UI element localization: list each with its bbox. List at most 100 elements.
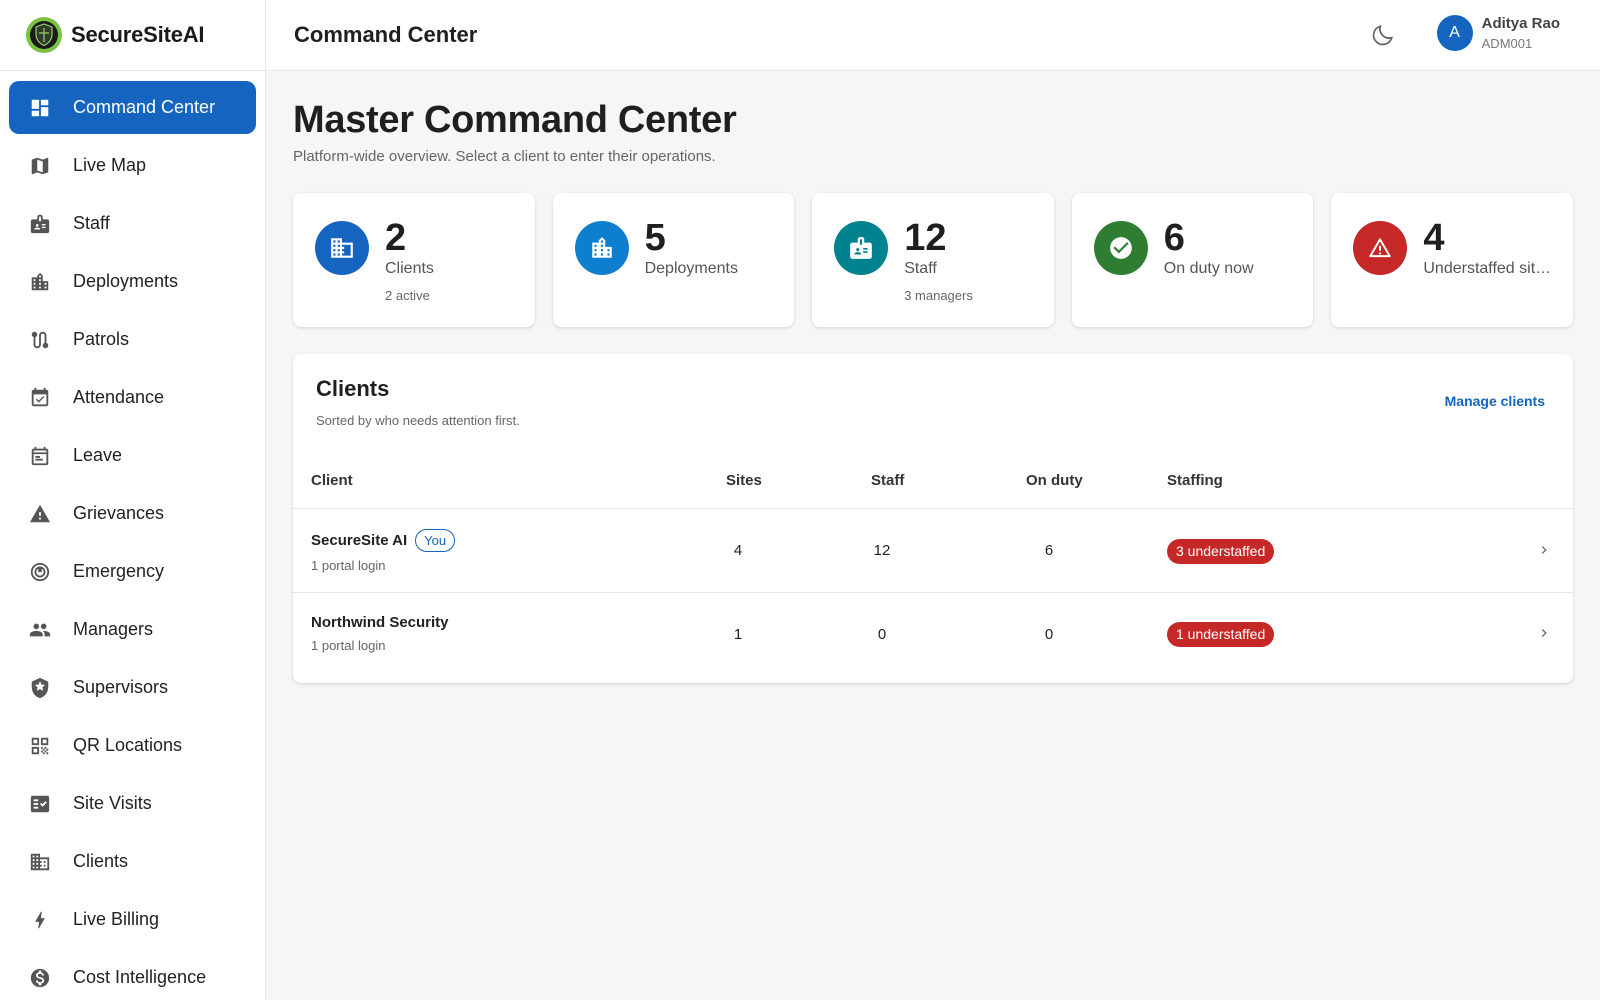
clients-title: Clients: [316, 376, 390, 401]
chevron-right-icon[interactable]: [1537, 626, 1551, 640]
stat-sub: 3 managers: [904, 288, 973, 303]
shield-logo-icon: [26, 17, 62, 53]
column-header-client[interactable]: Client: [311, 472, 353, 489]
page-title: Master Command Center: [293, 99, 737, 141]
sidebar-item-site-visits[interactable]: Site Visits: [9, 777, 256, 830]
stats-row: 2 Clients 2 active 5 Deployments 12 Staf…: [293, 193, 1573, 327]
stat-value: 2: [385, 217, 407, 259]
map-icon: [29, 155, 51, 177]
cell-on-duty: 0: [1044, 626, 1054, 643]
sidebar-item-grievances[interactable]: Grievances: [9, 487, 256, 540]
staffing-badge: 1 understaffed: [1167, 622, 1275, 647]
moon-icon[interactable]: [1370, 22, 1396, 48]
user-menu[interactable]: A Aditya Rao ADM001: [1436, 15, 1560, 51]
sidebar-item-label: Supervisors: [73, 677, 169, 697]
emergency-icon: [29, 561, 51, 583]
column-header-on-duty[interactable]: On duty: [1026, 472, 1083, 489]
page-subtitle: Platform-wide overview. Select a client …: [293, 148, 716, 165]
main-content: Master Command Center Platform-wide over…: [293, 71, 1573, 683]
domain-icon: [315, 221, 369, 275]
shield-star-icon: [29, 677, 51, 699]
cell-staff: 0: [877, 626, 887, 643]
stat-card-deployments[interactable]: 5 Deployments: [552, 193, 795, 327]
dollar-icon: [29, 967, 51, 989]
sidebar-item-label: Grievances: [73, 503, 165, 523]
qr-code-icon: [29, 735, 51, 757]
brand[interactable]: SecureSiteAI: [0, 0, 265, 71]
stat-label: Deployments: [644, 260, 738, 277]
dashboard-icon: [29, 97, 51, 119]
sidebar-nav: Command Center Live Map Staff Deployment…: [0, 71, 265, 1000]
client-name-text: SecureSite AI: [311, 532, 408, 549]
sidebar-item-label: Leave: [73, 445, 123, 465]
sidebar-item-label: Live Map: [73, 155, 147, 175]
sidebar-item-label: Deployments: [73, 271, 179, 291]
calendar-icon: [29, 445, 51, 467]
sidebar-item-supervisors[interactable]: Supervisors: [9, 661, 256, 714]
cell-on-duty: 6: [1044, 542, 1054, 559]
sidebar-item-label: Patrols: [73, 329, 130, 349]
sidebar-item-attendance[interactable]: Attendance: [9, 371, 256, 424]
stat-card-clients[interactable]: 2 Clients 2 active: [293, 193, 535, 327]
sidebar-item-label: Cost Intelligence: [73, 967, 207, 987]
building-icon: [574, 221, 629, 275]
stat-card-staff[interactable]: 12 Staff 3 managers: [812, 193, 1054, 327]
column-header-sites[interactable]: Sites: [726, 472, 762, 489]
sidebar-item-command-center[interactable]: Command Center: [9, 81, 256, 134]
column-header-staff[interactable]: Staff: [871, 472, 904, 489]
sidebar-item-clients[interactable]: Clients: [9, 835, 256, 888]
staffing-badge: 3 understaffed: [1167, 539, 1275, 564]
sidebar-item-qr-locations[interactable]: QR Locations: [9, 719, 256, 772]
stat-card-on-duty[interactable]: 6 On duty now: [1071, 193, 1314, 327]
clients-subtitle: Sorted by who needs attention first.: [316, 413, 520, 428]
sidebar: SecureSiteAI Command Center Live Map Sta…: [0, 0, 266, 1000]
user-name: Aditya Rao: [1481, 15, 1560, 32]
cell-staff: 12: [873, 542, 891, 559]
sidebar-item-emergency[interactable]: Emergency: [9, 545, 256, 598]
client-name: SecureSite AI You: [311, 529, 456, 552]
table-row[interactable]: SecureSite AI You 1 portal login 4 12 6 3…: [293, 509, 1573, 593]
sidebar-item-live-billing[interactable]: Live Billing: [9, 893, 256, 946]
sidebar-item-deployments[interactable]: Deployments: [9, 255, 256, 308]
client-meta: 1 portal login: [311, 638, 386, 653]
cell-sites: 4: [733, 542, 743, 559]
manage-clients-link[interactable]: Manage clients: [1445, 393, 1545, 409]
warning-icon: [1353, 221, 1408, 275]
route-icon: [29, 329, 51, 351]
stat-value: 4: [1423, 217, 1445, 259]
top-bar: Command Center A Aditya Rao ADM001: [266, 0, 1600, 71]
sidebar-item-patrols[interactable]: Patrols: [9, 313, 256, 366]
stat-value: 6: [1163, 217, 1185, 259]
sidebar-item-label: Live Billing: [73, 909, 160, 929]
sidebar-item-leave[interactable]: Leave: [9, 429, 256, 482]
building-icon: [29, 271, 51, 293]
sidebar-item-label: QR Locations: [73, 735, 183, 755]
badge-icon: [29, 213, 51, 235]
user-id: ADM001: [1481, 36, 1533, 51]
sidebar-item-label: Staff: [73, 213, 110, 233]
sidebar-item-live-map[interactable]: Live Map: [9, 139, 256, 192]
sidebar-item-label: Clients: [73, 851, 129, 871]
stat-sub: 2 active: [385, 288, 430, 303]
fact-check-icon: [29, 793, 51, 815]
table-row[interactable]: Northwind Security 1 portal login 1 0 0 …: [293, 594, 1573, 676]
column-header-staffing[interactable]: Staffing: [1167, 472, 1223, 489]
stat-card-understaffed[interactable]: 4 Understaffed sites: [1331, 193, 1573, 327]
sidebar-item-staff[interactable]: Staff: [9, 197, 256, 250]
sidebar-item-cost-intelligence[interactable]: Cost Intelligence: [9, 951, 256, 1000]
check-circle-icon: [1093, 221, 1148, 275]
table-header: Client Sites Staff On duty Staffing: [293, 454, 1573, 509]
stat-label: On duty now: [1163, 260, 1254, 277]
sidebar-item-managers[interactable]: Managers: [9, 603, 256, 656]
client-name: Northwind Security: [311, 614, 449, 631]
sidebar-item-label: Managers: [73, 619, 154, 639]
you-badge: You: [415, 529, 456, 552]
warning-icon: [29, 503, 51, 525]
cell-sites: 1: [733, 626, 743, 643]
avatar: A: [1436, 15, 1473, 51]
app-name: SecureSiteAI: [71, 22, 205, 47]
stat-value: 12: [904, 217, 947, 259]
chevron-right-icon[interactable]: [1537, 543, 1551, 557]
stat-label: Clients: [385, 260, 434, 277]
clients-panel: Clients Sorted by who needs attention fi…: [293, 354, 1573, 683]
